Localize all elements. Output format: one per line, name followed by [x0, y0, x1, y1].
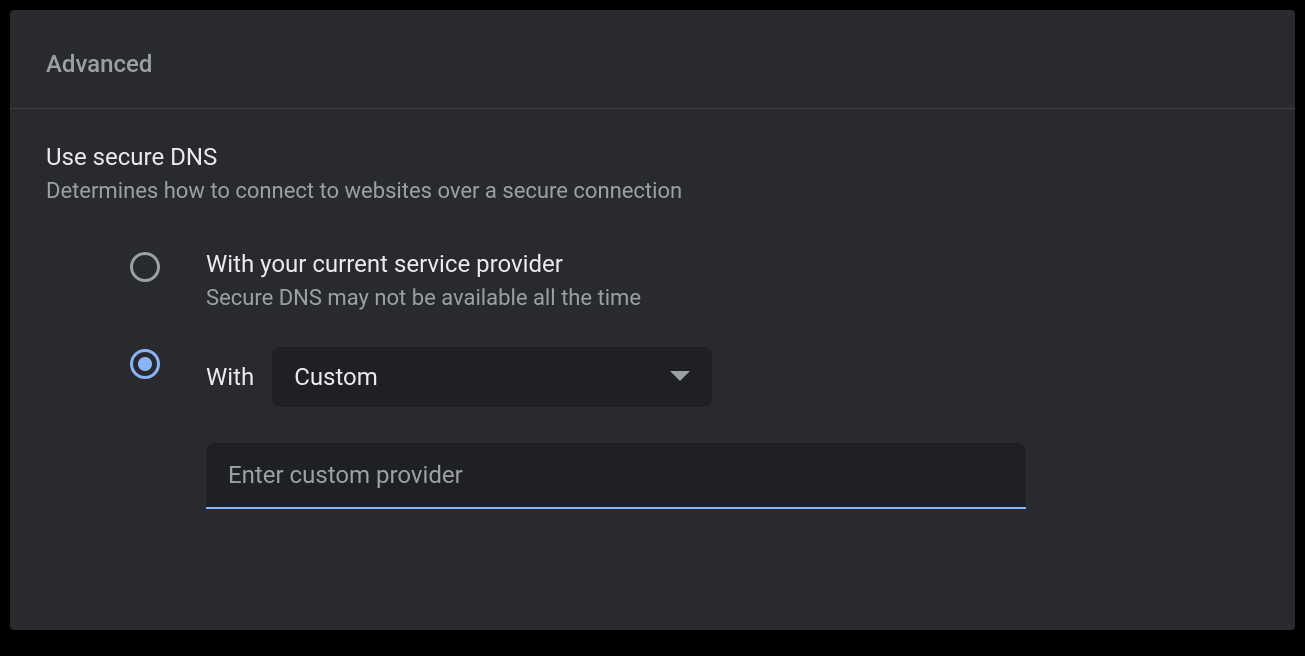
section-title: Advanced: [46, 50, 1259, 78]
option-with-custom[interactable]: With Custom: [130, 347, 1259, 407]
option-label: With your current service provider: [206, 250, 1259, 278]
option-with-label: With: [206, 363, 254, 391]
setting-title: Use secure DNS: [46, 143, 1259, 171]
section-header: Advanced: [10, 10, 1295, 109]
dns-provider-dropdown[interactable]: Custom: [272, 347, 712, 407]
custom-provider-field-wrap: [206, 443, 1259, 509]
dropdown-value: Custom: [294, 363, 378, 391]
radio-checked-icon[interactable]: [130, 349, 160, 379]
dns-options: With your current service provider Secur…: [46, 250, 1259, 509]
radio-unchecked-icon[interactable]: [130, 252, 160, 282]
custom-provider-input[interactable]: [206, 443, 1026, 509]
setting-description: Determines how to connect to websites ov…: [46, 179, 1259, 204]
option-sublabel: Secure DNS may not be available all the …: [206, 286, 1259, 311]
secure-dns-setting: Use secure DNS Determines how to connect…: [10, 109, 1295, 543]
settings-panel: Advanced Use secure DNS Determines how t…: [10, 10, 1295, 630]
option-current-provider[interactable]: With your current service provider Secur…: [130, 250, 1259, 311]
caret-down-icon: [670, 371, 690, 383]
